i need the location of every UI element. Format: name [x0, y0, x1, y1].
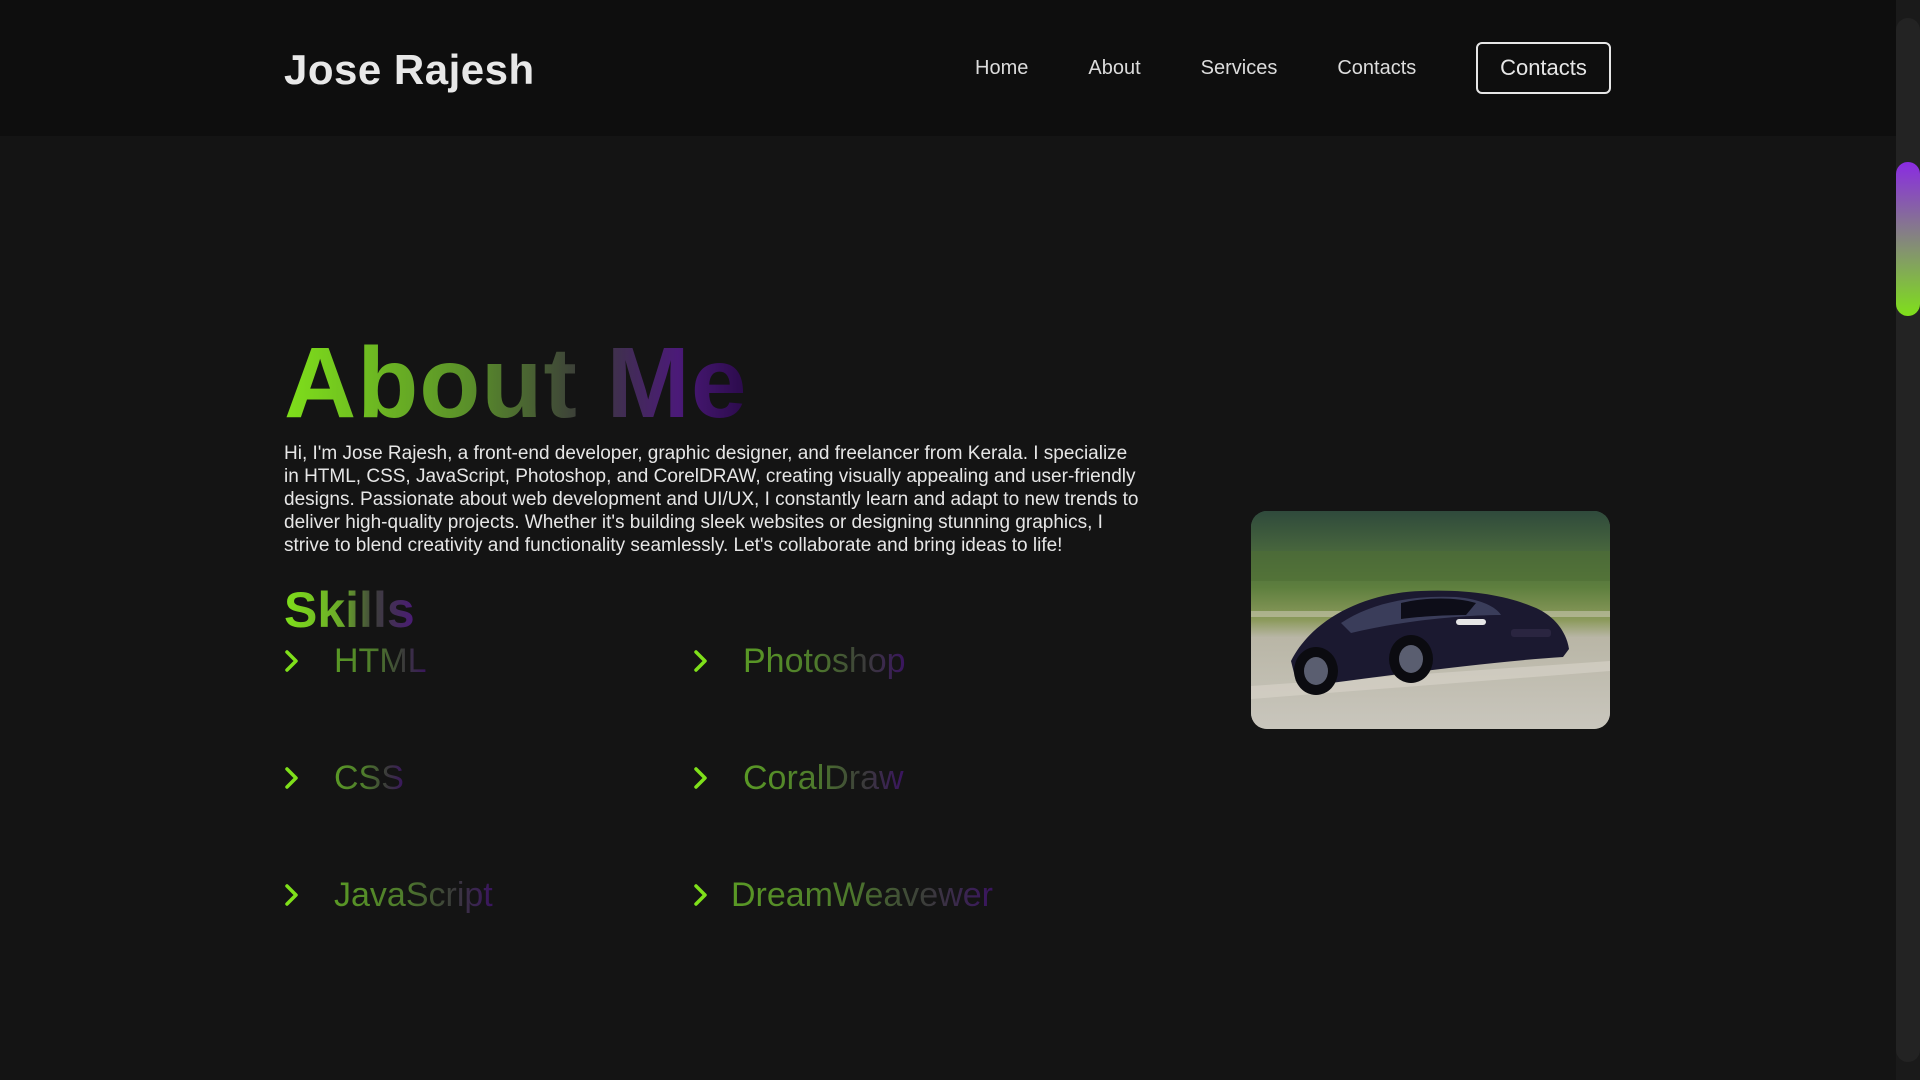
skill-item: HTML	[284, 634, 693, 751]
about-paragraph: Hi, I'm Jose Rajesh, a front-end develop…	[284, 443, 1139, 556]
chevron-right-icon	[284, 870, 324, 920]
nav-contacts[interactable]: Contacts	[1337, 56, 1416, 80]
nav-about[interactable]: About	[1088, 56, 1140, 80]
skill-label: CSS	[334, 753, 404, 803]
skill-item: CSS	[284, 751, 693, 868]
chevron-right-icon	[693, 870, 721, 920]
skill-label: HTML	[334, 636, 427, 686]
site-logo[interactable]: Jose Rajesh	[284, 46, 535, 94]
skill-item: JavaScript	[284, 868, 693, 985]
skills-title: Skills	[284, 582, 415, 638]
nav-home[interactable]: Home	[975, 56, 1028, 80]
skill-label: Photoshop	[743, 636, 906, 686]
scrollbar-thumb[interactable]	[1896, 162, 1920, 316]
car-photo	[1251, 511, 1610, 729]
skills-list: HTML Photoshop CSS CoralDraw JavaScript …	[284, 634, 1004, 985]
about-title: About Me	[284, 327, 748, 439]
skill-item: DreamWeavewer	[693, 868, 993, 985]
main-nav: Home About Services Contacts	[975, 56, 1476, 80]
nav-services[interactable]: Services	[1201, 56, 1278, 80]
skill-label: DreamWeavewer	[731, 870, 993, 920]
chevron-right-icon	[284, 753, 324, 803]
chevron-right-icon	[693, 636, 733, 686]
contacts-button[interactable]: Contacts	[1476, 42, 1611, 94]
skill-item: CoralDraw	[693, 751, 993, 868]
site-header: Jose Rajesh Home About Services Contacts…	[0, 0, 1896, 136]
skill-label: JavaScript	[334, 870, 493, 920]
skill-label: CoralDraw	[743, 753, 904, 803]
chevron-right-icon	[284, 636, 324, 686]
chevron-right-icon	[693, 753, 733, 803]
skill-item: Photoshop	[693, 634, 993, 751]
